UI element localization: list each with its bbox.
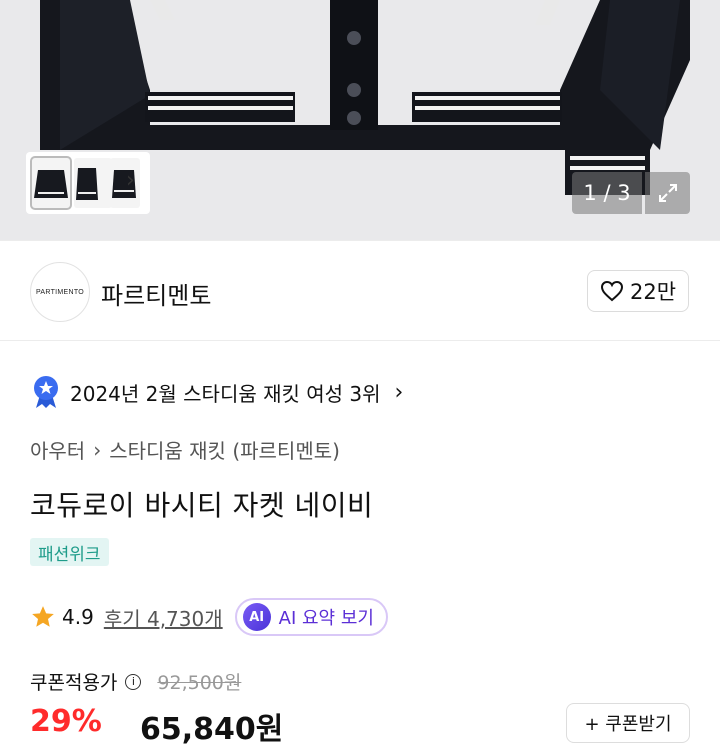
- brand-logo[interactable]: PARTIMENTO: [30, 262, 90, 322]
- expand-icon[interactable]: [645, 172, 690, 214]
- original-price: 92,500원: [157, 672, 242, 694]
- rating-value: 4.9: [62, 605, 94, 629]
- like-count: 22만: [629, 280, 677, 304]
- reviews-link[interactable]: 후기 4,730개: [104, 603, 223, 632]
- rating-row: 4.9 후기 4,730개 AI AI 요약 보기: [30, 598, 388, 636]
- ai-summary-label: AI 요약 보기: [278, 608, 374, 629]
- breadcrumb-item-outer[interactable]: 아우터: [30, 435, 85, 464]
- sale-price: 65,840원: [140, 712, 284, 747]
- image-counter: 1 / 3: [572, 172, 642, 214]
- thumbnail-3[interactable]: [110, 158, 140, 208]
- get-coupon-button[interactable]: + 쿠폰받기: [566, 703, 690, 743]
- divider: [0, 240, 720, 241]
- award-badge-icon: [34, 376, 58, 408]
- ai-summary-button[interactable]: AI AI 요약 보기: [234, 598, 388, 636]
- ranking-text: 2024년 2월 스타디움 재킷 여성 3위: [70, 381, 381, 406]
- like-button[interactable]: 22만: [587, 270, 689, 312]
- chevron-right-icon: ›: [394, 379, 404, 405]
- divider: [0, 340, 720, 341]
- brand-name[interactable]: 파르티멘토: [101, 276, 211, 311]
- ai-icon: AI: [242, 603, 271, 631]
- product-title: 코듀로이 바시티 자켓 네이비: [30, 489, 374, 522]
- fashion-week-badge: 패션위크: [30, 538, 109, 566]
- breadcrumb: 아우터 › 스타디움 재킷 (파르티멘토): [30, 435, 340, 464]
- info-icon[interactable]: i: [125, 673, 142, 690]
- chevron-right-icon: ›: [93, 437, 102, 462]
- discount-rate: 29%: [30, 704, 102, 739]
- star-icon: [32, 606, 54, 627]
- brand-logo-text: PARTIMENTO: [35, 288, 85, 296]
- breadcrumb-item-stadium-jacket[interactable]: 스타디움 재킷 (파르티멘토): [109, 435, 340, 464]
- chevron-right-icon[interactable]: ›: [126, 168, 135, 193]
- product-image-gallery[interactable]: › 1 / 3: [0, 0, 720, 240]
- heart-outline-icon: [600, 280, 623, 302]
- thumbnail-1[interactable]: [30, 156, 72, 210]
- coupon-price-label: 쿠폰적용가: [30, 672, 118, 694]
- price-label-row: 쿠폰적용가 i 92,500원: [30, 668, 241, 695]
- thumbnail-2[interactable]: [74, 158, 112, 208]
- ranking-link[interactable]: 2024년 2월 스타디움 재킷 여성 3위 ›: [32, 375, 403, 409]
